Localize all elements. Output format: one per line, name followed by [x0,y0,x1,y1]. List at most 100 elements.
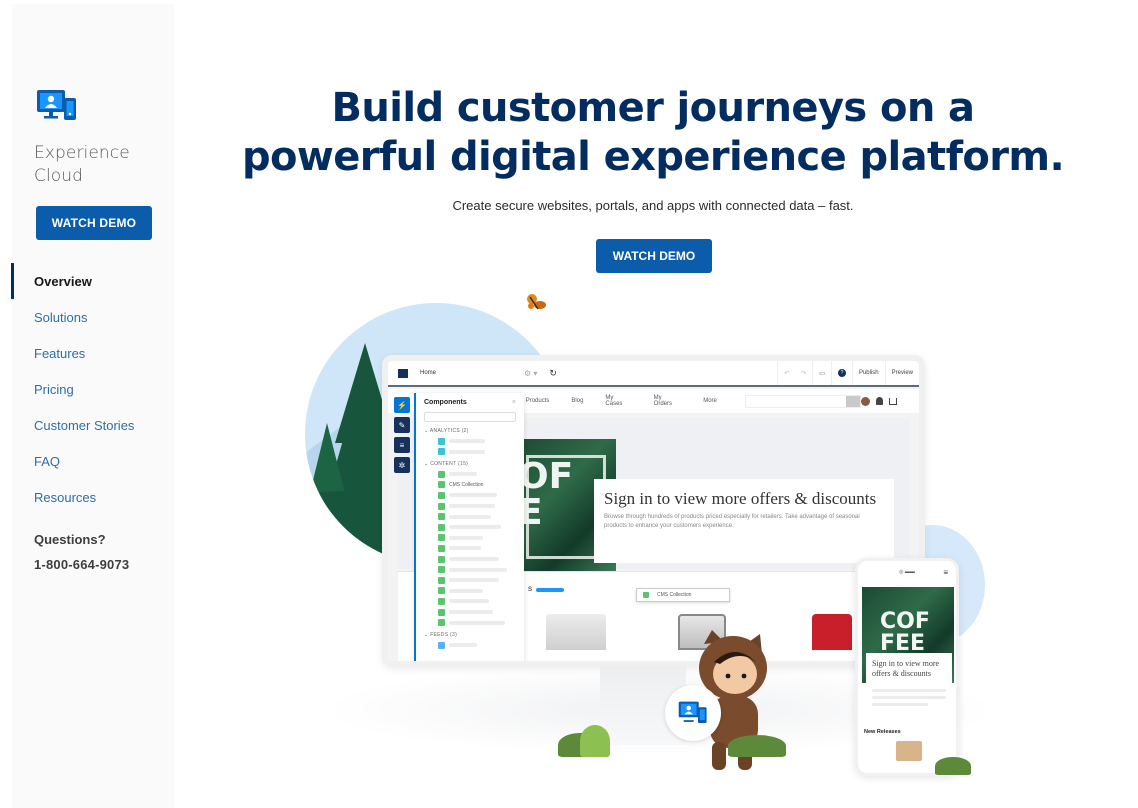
drag-preview-label: CMS Collection [657,592,692,598]
list-item[interactable] [438,470,516,478]
site-search-input[interactable] [744,394,861,408]
component-icon [438,587,445,595]
list-item[interactable] [438,491,516,499]
site-nav-products[interactable]: Products [526,398,550,404]
sidebar-nav: Overview Solutions Features Pricing Cust… [11,263,175,515]
banner-letters-line1: OF [518,456,574,497]
cms-collection-label: CMS Collection [449,481,484,488]
section-analytics[interactable]: ⌄ ANALYTICS (2) [424,428,516,434]
list-item[interactable] [438,448,516,456]
sidebar-item-solutions[interactable]: Solutions [12,299,175,335]
component-icon [438,534,445,542]
components-panel-header: Components × [424,399,516,406]
site-nav-more[interactable]: More [703,398,717,404]
placeholder-bar [449,610,493,614]
site-user-icons [861,396,897,406]
list-item[interactable] [438,587,516,595]
builder-rail: ⚡ ✎ ≡ ✲ [394,397,412,477]
site-nav-blog[interactable]: Blog [571,398,583,404]
page-structure-icon[interactable]: ≡ [394,437,410,453]
list-item-cms-collection[interactable]: CMS Collection [438,481,516,489]
questions-label: Questions? [34,532,106,547]
placeholder-bar [449,472,477,477]
sidebar-watch-demo-button[interactable]: WATCH DEMO [36,206,152,240]
mobile-preview: ◎ ▬▬ ≡ COF FEE Sign in to view more offe… [855,558,959,776]
placeholder-bar [449,525,501,530]
placeholder-bar [449,567,507,572]
list-item[interactable] [438,641,516,649]
hamburger-menu-icon[interactable]: ≡ [943,568,948,577]
list-item[interactable] [438,608,516,616]
sidebar: Experience Cloud WATCH DEMO Overview Sol… [11,4,175,808]
list-item[interactable] [438,513,516,521]
bell-icon[interactable] [876,397,883,405]
section-analytics-label: ANALYTICS (2) [429,428,469,434]
product-name: Experience Cloud [34,142,164,188]
list-item[interactable] [438,566,516,574]
placeholder-bar [872,689,946,692]
list-item[interactable] [438,544,516,552]
page-selector[interactable]: Home [420,370,524,376]
device-preview-icon[interactable]: ▭ [812,361,831,385]
list-item[interactable] [438,555,516,563]
theme-brush-icon[interactable]: ✎ [394,417,410,433]
butterfly-icon [527,294,546,310]
components-lightning-icon[interactable]: ⚡ [394,397,410,413]
hero-watch-demo-button[interactable]: WATCH DEMO [596,239,712,273]
mobile-coffee-text: COF FEE [880,611,930,655]
coffee-bag-image [896,741,922,761]
sidebar-item-resources[interactable]: Resources [12,479,175,515]
list-item[interactable] [438,534,516,542]
section-feeds-label: FEEDS (3) [430,632,458,639]
banner-heading: Sign in to view more offers & discounts [604,489,877,508]
sidebar-item-features[interactable]: Features [12,335,175,371]
list-item[interactable] [438,523,516,531]
app-grid-icon[interactable] [398,368,408,378]
component-icon [438,641,445,649]
site-nav-my-orders[interactable]: My Orders [654,395,682,407]
hero-illustration: Home ⚙ ▾ ↻ ↶ ↷ ▭ ? Publish Preview Produ… [280,285,1060,808]
list-item[interactable] [438,619,516,627]
sidebar-item-faq[interactable]: FAQ [12,443,175,479]
redo-icon[interactable]: ↷ [795,361,812,385]
refresh-icon[interactable]: ↻ [549,368,557,379]
list-item[interactable] [438,597,516,605]
settings-gear-icon[interactable]: ✲ [394,457,410,473]
placeholder-bar [449,504,495,509]
sidebar-item-customer-stories[interactable]: Customer Stories [12,407,175,443]
mobile-logo-icon: ◎ ▬▬ [899,569,915,575]
phone-number-link[interactable]: 1-800-664-9073 [34,557,129,572]
banner-letters-line2: E [518,492,543,533]
section-feeds[interactable]: ⌄ FEEDS (3) [424,632,516,638]
placeholder-bar [449,643,477,648]
product-espresso-machine [546,614,606,650]
builder-actions: ↶ ↷ ▭ ? Publish Preview [777,361,919,385]
list-item[interactable] [438,502,516,510]
publish-button[interactable]: Publish [851,361,885,385]
list-item[interactable] [438,576,516,584]
undo-icon[interactable]: ↶ [777,361,795,385]
placeholder-bar [449,449,485,454]
help-button[interactable]: ? [830,361,852,385]
placeholder-bar [449,578,499,583]
placeholder-bar [449,620,505,625]
cart-icon[interactable] [889,397,897,405]
components-title: Components [424,399,467,406]
placeholder-bar [449,535,483,540]
sidebar-item-pricing[interactable]: Pricing [12,371,175,407]
experience-cloud-icon [678,701,707,723]
bush-icon [580,725,610,757]
cms-collection-drag-preview[interactable]: CMS Collection [636,588,730,602]
settings-icon[interactable]: ⚙ ▾ [524,369,537,378]
hero-subtitle: Create secure websites, portals, and app… [452,198,854,213]
site-nav-my-cases[interactable]: My Cases [605,395,631,407]
close-icon[interactable]: × [512,399,516,406]
components-search-input[interactable] [424,412,516,422]
avatar[interactable] [861,396,870,406]
help-icon: ? [837,369,846,377]
preview-button[interactable]: Preview [884,361,919,385]
list-item[interactable] [438,437,516,445]
sidebar-item-overview[interactable]: Overview [11,263,175,299]
section-content[interactable]: ⌄ CONTENT (15) [424,461,516,467]
mobile-banner-heading: Sign in to view more offers & discounts [872,659,940,678]
